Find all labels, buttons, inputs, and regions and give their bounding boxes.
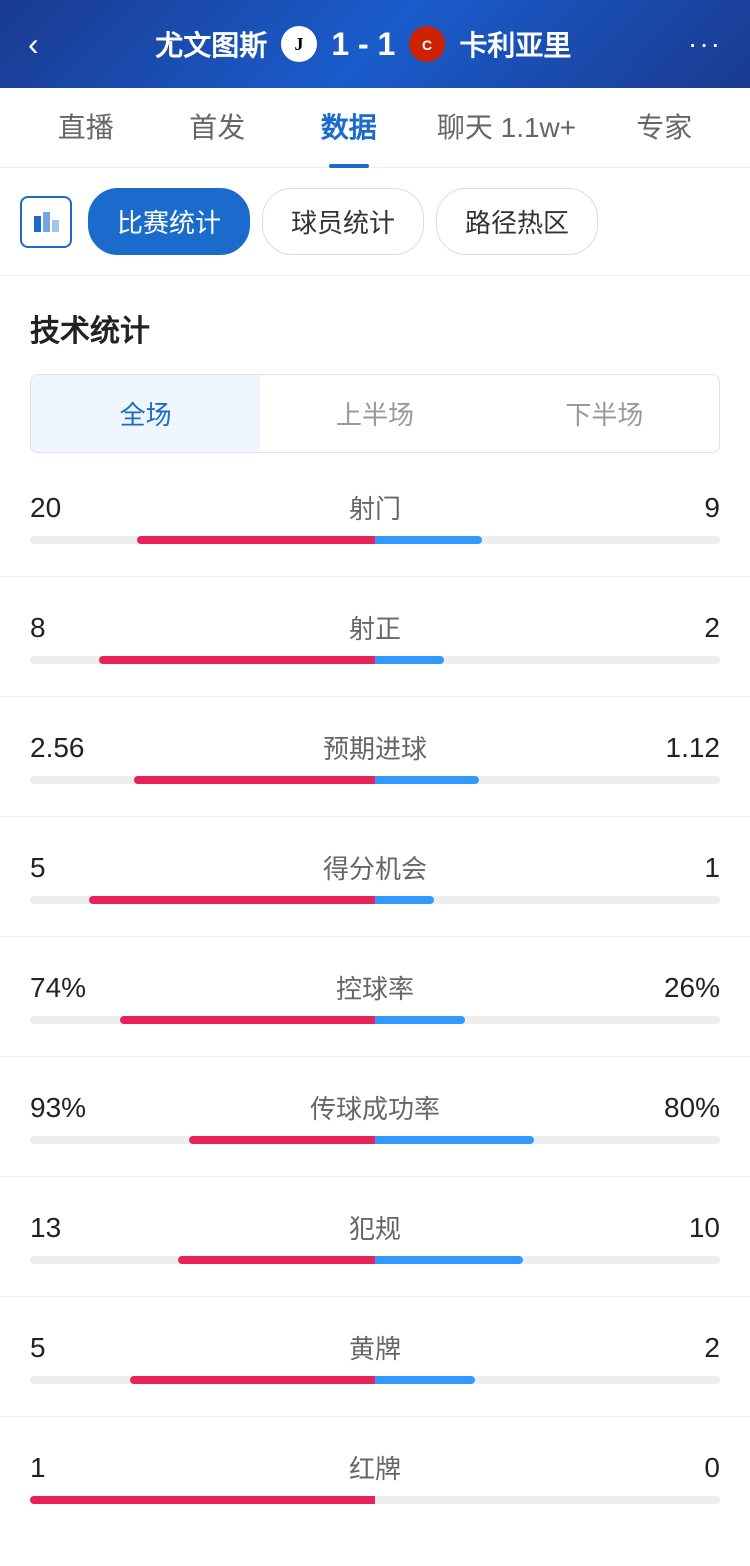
team-away-logo: C xyxy=(405,22,449,66)
stat-left-value: 5 xyxy=(30,1332,110,1364)
sub-tab-player-stats[interactable]: 球员统计 xyxy=(262,188,424,255)
stat-row: 5 黄牌 2 xyxy=(30,1329,720,1384)
stat-divider xyxy=(0,1176,750,1177)
bar-away xyxy=(375,1016,465,1024)
bar-away xyxy=(375,536,482,544)
stat-bars xyxy=(30,1496,720,1504)
stat-row: 2.56 预期进球 1.12 xyxy=(30,729,720,784)
bar-home xyxy=(89,896,375,904)
stat-left-value: 2.56 xyxy=(30,732,110,764)
stat-right-value: 80% xyxy=(640,1092,720,1124)
bar-away xyxy=(375,1136,534,1144)
bar-home xyxy=(130,1376,375,1384)
tab-expert[interactable]: 专家 xyxy=(599,88,730,168)
stat-divider xyxy=(0,696,750,697)
stat-bars xyxy=(30,656,720,664)
stat-left-value: 74% xyxy=(30,972,110,1004)
stat-divider xyxy=(0,1416,750,1417)
stat-right-value: 9 xyxy=(640,492,720,524)
stat-right-value: 1 xyxy=(640,852,720,884)
tab-live[interactable]: 直播 xyxy=(20,88,151,168)
bar-away xyxy=(375,776,479,784)
team-away-name: 卡利亚里 xyxy=(459,24,571,64)
stat-left-value: 93% xyxy=(30,1092,110,1124)
stat-divider xyxy=(0,1056,750,1057)
svg-text:C: C xyxy=(422,37,432,53)
period-tabs: 全场 上半场 下半场 xyxy=(30,374,720,453)
bar-away xyxy=(375,1376,475,1384)
team-home-name: 尤文图斯 xyxy=(155,24,267,64)
stat-name: 控球率 xyxy=(110,969,640,1006)
bar-home xyxy=(120,1016,375,1024)
sub-tab-match-stats[interactable]: 比赛统计 xyxy=(88,188,250,255)
period-tab-full[interactable]: 全场 xyxy=(31,375,260,452)
stats-list: 20 射门 9 8 射正 2 2.56 预期进球 1.12 5 xyxy=(30,489,720,1504)
match-header: ‹ 尤文图斯 J 1 - 1 C 卡利亚里 ··· xyxy=(0,0,750,88)
period-tab-second[interactable]: 下半场 xyxy=(490,375,719,452)
stat-name: 犯规 xyxy=(110,1209,640,1246)
stat-bars xyxy=(30,896,720,904)
stat-bars xyxy=(30,1136,720,1144)
bar-home xyxy=(99,656,375,664)
stat-left-value: 20 xyxy=(30,492,110,524)
stat-left-value: 1 xyxy=(30,1452,110,1484)
stat-bars xyxy=(30,1256,720,1264)
stat-bars xyxy=(30,1016,720,1024)
stat-left-value: 8 xyxy=(30,612,110,644)
tab-data[interactable]: 数据 xyxy=(283,88,414,168)
stat-row: 74% 控球率 26% xyxy=(30,969,720,1024)
stat-right-value: 26% xyxy=(640,972,720,1004)
stats-icon[interactable] xyxy=(20,196,72,248)
bar-away xyxy=(375,1256,523,1264)
stat-row: 1 红牌 0 xyxy=(30,1449,720,1504)
stat-right-value: 1.12 xyxy=(640,732,720,764)
bar-home xyxy=(137,536,375,544)
nav-tabs: 直播 首发 数据 聊天 1.1w+ 专家 xyxy=(0,88,750,168)
stat-divider xyxy=(0,816,750,817)
section-title: 技术统计 xyxy=(30,306,720,350)
stat-divider xyxy=(0,1296,750,1297)
team-home-logo: J xyxy=(277,22,321,66)
stat-name: 黄牌 xyxy=(110,1329,640,1366)
stat-right-value: 2 xyxy=(640,612,720,644)
stat-bars xyxy=(30,536,720,544)
bar-away xyxy=(375,656,444,664)
stat-bars xyxy=(30,1376,720,1384)
stat-name: 得分机会 xyxy=(110,849,640,886)
bar-home xyxy=(178,1256,375,1264)
stat-divider xyxy=(0,576,750,577)
stat-row: 5 得分机会 1 xyxy=(30,849,720,904)
svg-text:J: J xyxy=(295,34,304,54)
stat-name: 红牌 xyxy=(110,1449,640,1486)
stat-bars xyxy=(30,776,720,784)
stats-content: 技术统计 全场 上半场 下半场 20 射门 9 8 射正 2 2.56 预期进球 xyxy=(0,276,750,1566)
match-title: 尤文图斯 J 1 - 1 C 卡利亚里 xyxy=(155,22,571,66)
stat-row: 13 犯规 10 xyxy=(30,1209,720,1264)
stat-left-value: 5 xyxy=(30,852,110,884)
stat-name: 预期进球 xyxy=(110,729,640,766)
stat-divider xyxy=(0,936,750,937)
stat-name: 传球成功率 xyxy=(110,1089,640,1126)
bar-home xyxy=(189,1136,375,1144)
match-score: 1 - 1 xyxy=(331,26,395,63)
stat-row: 8 射正 2 xyxy=(30,609,720,664)
stat-row: 93% 传球成功率 80% xyxy=(30,1089,720,1144)
stat-row: 20 射门 9 xyxy=(30,489,720,544)
stat-left-value: 13 xyxy=(30,1212,110,1244)
bar-home xyxy=(134,776,376,784)
bar-home xyxy=(30,1496,375,1504)
back-button[interactable]: ‹ xyxy=(28,26,39,63)
sub-tab-heatmap[interactable]: 路径热区 xyxy=(436,188,598,255)
stat-right-value: 0 xyxy=(640,1452,720,1484)
sub-tabs: 比赛统计 球员统计 路径热区 xyxy=(0,168,750,276)
stat-name: 射正 xyxy=(110,609,640,646)
more-button[interactable]: ··· xyxy=(688,28,722,60)
tab-chat[interactable]: 聊天 1.1w+ xyxy=(414,88,598,168)
stat-right-value: 10 xyxy=(640,1212,720,1244)
tab-lineup[interactable]: 首发 xyxy=(151,88,282,168)
period-tab-first[interactable]: 上半场 xyxy=(260,375,489,452)
stat-name: 射门 xyxy=(110,489,640,526)
bar-away xyxy=(375,896,434,904)
stat-right-value: 2 xyxy=(640,1332,720,1364)
